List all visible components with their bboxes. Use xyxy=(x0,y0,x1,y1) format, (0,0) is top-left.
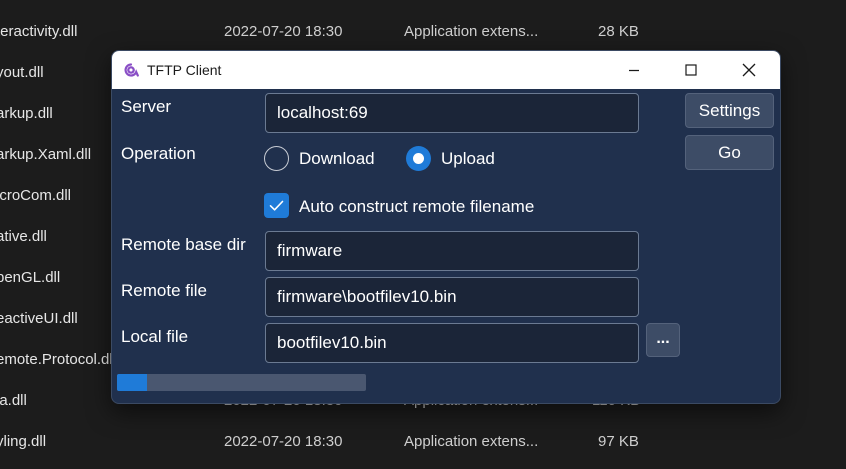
close-button[interactable] xyxy=(726,51,772,89)
file-date: 2022-07-20 18:30 xyxy=(224,23,343,40)
file-name: emote.Protocol.dll xyxy=(0,351,117,368)
upload-radio-label[interactable]: Upload xyxy=(441,149,495,169)
progress-fill xyxy=(117,374,147,391)
file-date: 2022-07-20 18:30 xyxy=(224,433,343,450)
maximize-button[interactable] xyxy=(668,51,714,89)
file-name: ative.dll xyxy=(0,228,47,245)
file-size: 97 KB xyxy=(598,433,639,450)
file-name: penGL.dll xyxy=(0,269,61,286)
tftp-client-window: TFTP Client Server localhost:69 Operatio… xyxy=(111,50,781,404)
file-row[interactable]: teractivity.dll 2022-07-20 18:30 Applica… xyxy=(0,11,846,52)
remote-file-label: Remote file xyxy=(121,281,207,300)
browse-local-file-button[interactable]: ... xyxy=(646,323,680,357)
file-row[interactable]: yling.dll 2022-07-20 18:30 Application e… xyxy=(0,421,846,462)
minimize-icon xyxy=(629,69,639,72)
title-bar[interactable]: TFTP Client xyxy=(112,51,780,89)
file-name: ia.dll xyxy=(0,392,27,409)
file-type: Application extens... xyxy=(404,433,539,450)
transfer-progress-bar xyxy=(117,374,366,391)
operation-label: Operation xyxy=(121,144,196,163)
file-name: teractivity.dll xyxy=(0,23,78,40)
remote-base-dir-label: Remote base dir xyxy=(121,235,246,254)
auto-construct-label[interactable]: Auto construct remote filename xyxy=(299,197,534,217)
file-type: Application extens... xyxy=(404,23,539,40)
remote-file-input[interactable]: firmware\bootfilev10.bin xyxy=(265,277,639,317)
upload-radio[interactable] xyxy=(406,146,431,171)
file-name: icroCom.dll xyxy=(0,187,72,204)
minimize-button[interactable] xyxy=(611,51,657,89)
file-size: 28 KB xyxy=(598,23,639,40)
tftp-app-icon xyxy=(124,63,139,77)
auto-construct-checkbox[interactable] xyxy=(264,193,289,218)
file-name: arkup.Xaml.dll xyxy=(0,146,92,163)
checkmark-icon xyxy=(269,200,284,211)
local-file-label: Local file xyxy=(121,327,189,346)
download-radio-label[interactable]: Download xyxy=(299,149,375,169)
local-file-input[interactable]: bootfilev10.bin xyxy=(265,323,639,363)
file-name: yout.dll xyxy=(0,64,44,81)
download-radio[interactable] xyxy=(264,146,289,171)
file-name: eactiveUI.dll xyxy=(0,310,78,327)
settings-button[interactable]: Settings xyxy=(685,93,774,128)
server-input[interactable]: localhost:69 xyxy=(265,93,639,133)
server-label: Server xyxy=(121,97,172,116)
remote-base-dir-input[interactable]: firmware xyxy=(265,231,639,271)
window-title: TFTP Client xyxy=(147,62,222,78)
close-icon xyxy=(742,63,756,77)
maximize-icon xyxy=(685,64,697,76)
file-name: arkup.dll xyxy=(0,105,53,122)
file-name: yling.dll xyxy=(0,433,47,450)
go-button[interactable]: Go xyxy=(685,135,774,170)
